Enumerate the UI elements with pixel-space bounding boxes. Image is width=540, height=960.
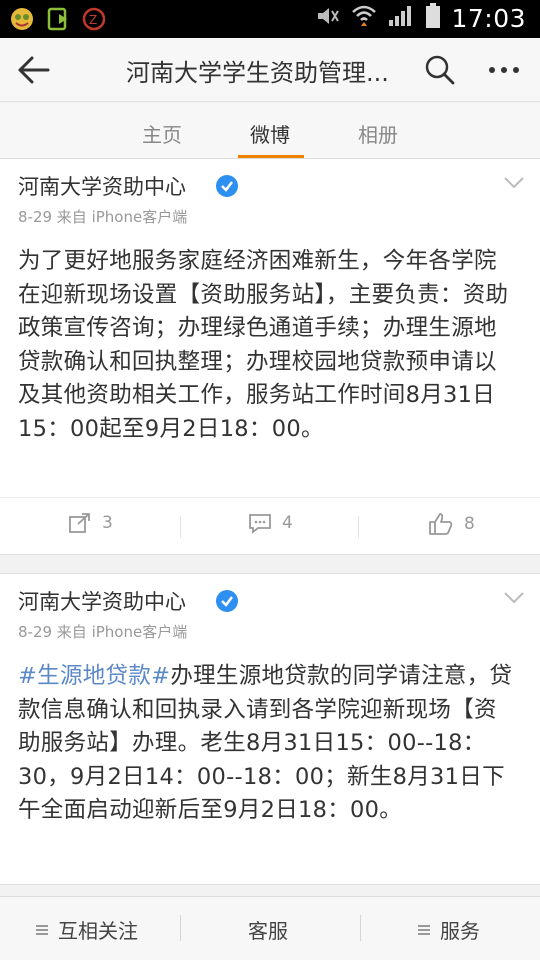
tab-weibo[interactable]: 微博 <box>230 119 310 148</box>
signal-icon <box>387 4 415 32</box>
post-meta: 8-29 来自 iPhone客户端 <box>18 623 188 641</box>
repost-button[interactable]: 3 <box>68 512 113 534</box>
post-text: #生源地贷款#办理生源地贷款的同学请注意，贷款信息确认和回执录入请到各学院迎新现… <box>18 660 518 828</box>
mute-icon <box>315 5 341 31</box>
search-button[interactable] <box>422 52 458 88</box>
divider <box>180 516 181 538</box>
profile-tabs: 主页 微博 相册 <box>0 103 540 159</box>
menu-icon <box>418 924 430 936</box>
thumbs-up-icon <box>429 513 453 535</box>
service-label: 客服 <box>248 919 288 943</box>
sync-icon: Z <box>80 5 108 33</box>
menu-icon <box>36 924 48 936</box>
post-actions: 3 4 8 <box>0 497 540 555</box>
search-icon <box>425 55 455 85</box>
services-label: 服务 <box>440 919 480 943</box>
divider <box>360 915 361 941</box>
post-card[interactable]: 河南大学资助中心 8-29 来自 iPhone客户端 #生源地贷款#办理生源地贷… <box>0 573 540 885</box>
follow-label: 互相关注 <box>58 919 138 943</box>
comment-button[interactable]: 4 <box>248 512 293 534</box>
svg-text:Z: Z <box>89 13 97 27</box>
status-bar: Z 17:03 <box>0 0 540 38</box>
download-icon <box>44 5 72 33</box>
post-author[interactable]: 河南大学资助中心 <box>18 171 186 201</box>
post-card[interactable]: 河南大学资助中心 8-29 来自 iPhone客户端 为了更好地服务家庭经济困难… <box>0 159 540 555</box>
divider <box>180 915 181 941</box>
verified-badge-icon <box>216 175 238 197</box>
like-count: 8 <box>464 514 475 534</box>
post-text: 为了更好地服务家庭经济困难新生，今年各学院在迎新现场设置【资助服务站】，主要负责… <box>18 248 509 442</box>
comment-icon <box>249 514 271 534</box>
comment-count: 4 <box>282 513 293 533</box>
app-notification-icon <box>8 5 36 33</box>
battery-icon <box>425 3 441 33</box>
post-author[interactable]: 河南大学资助中心 <box>18 586 186 616</box>
wifi-icon <box>351 4 377 32</box>
more-dots-icon <box>489 67 519 73</box>
verified-badge-icon <box>216 590 238 612</box>
bottom-bar: 互相关注 客服 服务 <box>0 896 540 960</box>
more-button[interactable] <box>482 52 526 88</box>
services-button[interactable]: 服务 <box>418 915 480 944</box>
like-button[interactable]: 8 <box>428 512 475 536</box>
tab-home[interactable]: 主页 <box>122 119 202 148</box>
repost-icon <box>69 513 90 533</box>
divider <box>358 516 359 538</box>
repost-count: 3 <box>102 513 113 533</box>
page-title: 河南大学学生资助管理... <box>126 59 389 87</box>
tab-album[interactable]: 相册 <box>338 119 418 148</box>
top-app-bar: 河南大学学生资助管理... <box>0 38 540 102</box>
chevron-down-icon[interactable] <box>502 590 526 606</box>
post-meta: 8-29 来自 iPhone客户端 <box>18 208 188 226</box>
status-time: 17:03 <box>451 3 526 33</box>
chevron-down-icon[interactable] <box>502 175 526 191</box>
back-button[interactable] <box>14 52 54 88</box>
customer-service-button[interactable]: 客服 <box>248 915 288 944</box>
back-arrow-icon <box>18 56 50 84</box>
follow-each-other-button[interactable]: 互相关注 <box>36 915 138 944</box>
active-tab-indicator <box>238 155 304 158</box>
hashtag-link[interactable]: #生源地贷款# <box>18 663 170 689</box>
